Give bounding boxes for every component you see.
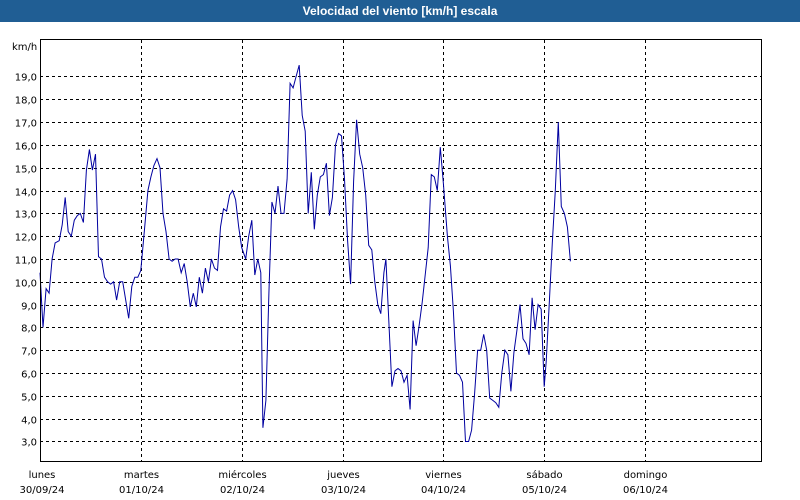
y-tick-label: 6,0: [21, 370, 37, 381]
y-tick-label: 12,0: [15, 233, 37, 244]
y-tick-label: 4,0: [21, 416, 37, 427]
y-tick-label: 17,0: [15, 119, 37, 130]
x-tick-day-label: viernes: [425, 470, 461, 481]
x-tick-day-label: jueves: [326, 470, 360, 481]
y-tick-label: 9,0: [21, 302, 37, 313]
y-tick-label: 10,0: [15, 279, 37, 290]
x-tick-date-label: 02/10/24: [220, 485, 265, 496]
wind-speed-chart: km/h 3,0 4,0 5,0 6,0 7,0 8,0 9,0 10,0 11,0 12,0 13…: [0, 22, 800, 500]
y-axis-label: km/h: [12, 42, 37, 53]
x-tick-day-label: miércoles: [218, 469, 266, 481]
x-tick-date-label: 04/10/24: [421, 485, 466, 496]
x-tick-date-label: 03/10/24: [321, 485, 366, 496]
x-tick-day-label: sábado: [526, 469, 562, 481]
x-tick-date-label: 05/10/24: [522, 485, 567, 496]
chart-background: [0, 22, 800, 500]
x-tick-date-label: 01/10/24: [119, 485, 164, 496]
x-tick-day-label: domingo: [624, 470, 668, 481]
y-tick-label: 19,0: [15, 73, 37, 84]
y-tick-label: 7,0: [21, 347, 37, 358]
x-tick-date-label: 06/10/24: [623, 485, 668, 496]
y-tick-label: 16,0: [15, 142, 37, 153]
y-tick-label: 5,0: [21, 393, 37, 404]
y-tick-label: 14,0: [15, 188, 37, 199]
x-tick-day-label: lunes: [29, 470, 56, 481]
y-tick-label: 11,0: [15, 256, 37, 267]
x-tick-day-label: martes: [124, 470, 159, 481]
y-tick-label: 8,0: [21, 324, 37, 335]
chart-title: Velocidad del viento [km/h] escala: [0, 0, 800, 22]
y-tick-label: 15,0: [15, 165, 37, 176]
y-tick-label: 18,0: [15, 96, 37, 107]
x-tick-date-label: 30/09/24: [20, 485, 65, 496]
y-tick-label: 3,0: [21, 438, 37, 449]
y-tick-label: 13,0: [15, 210, 37, 221]
